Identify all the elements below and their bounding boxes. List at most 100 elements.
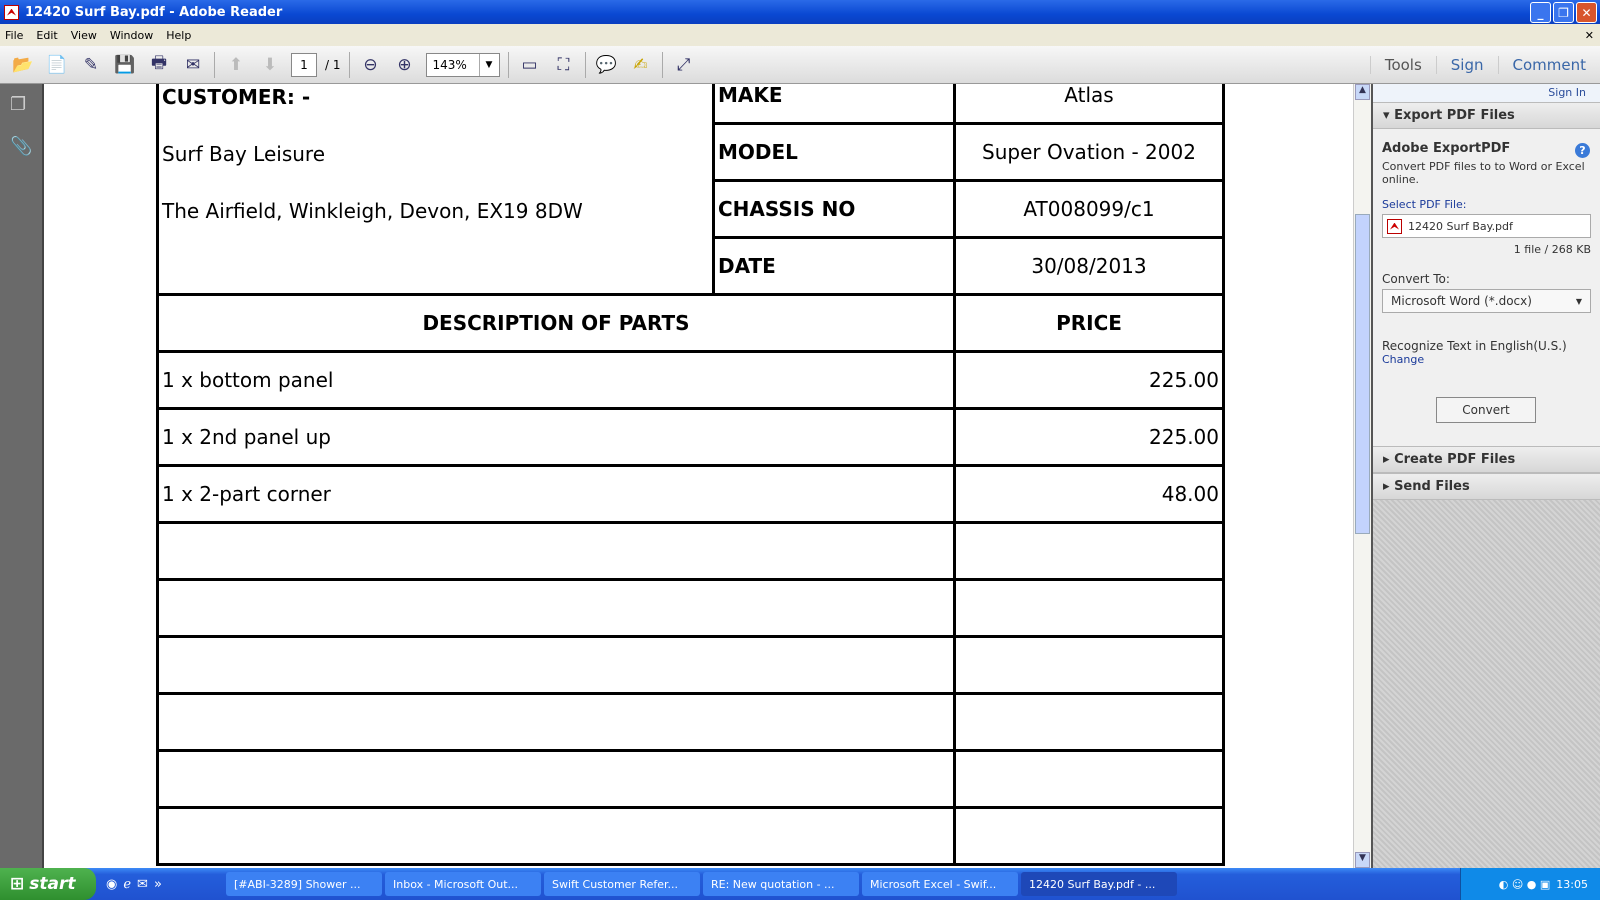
zoom-select[interactable]: 143% ▼ [425,52,500,77]
chevron-down-icon[interactable]: ▼ [478,53,499,76]
comment-icon[interactable]: 💬 [594,52,620,78]
navigation-pane: ❐ 📎 [0,84,44,868]
chrome-icon[interactable]: ◉ [106,877,117,892]
pdf-icon [4,4,19,20]
tools-button[interactable]: Tools [1369,55,1436,74]
recognize-text: Recognize Text in English(U.S.) [1382,339,1567,353]
divider [507,51,509,78]
model-value: Super Ovation - 2002 [953,122,1225,182]
table-row: 1 x bottom panel 225.00 [156,350,1225,410]
empty-row [156,749,1225,809]
date-label: DATE [712,236,956,296]
model-label: MODEL [712,122,956,182]
create-pdf-icon[interactable]: 📄 [44,52,70,78]
next-page-icon[interactable]: ⬇ [257,52,283,78]
convert-button[interactable]: Convert [1436,397,1536,423]
export-pdf-section[interactable]: ▾ Export PDF Files [1373,102,1600,129]
vertical-scrollbar[interactable]: ▲ ▼ [1353,84,1371,868]
selected-file[interactable]: 12420 Surf Bay.pdf [1382,214,1591,238]
convert-to-label: Convert To: [1382,272,1450,286]
attachments-icon[interactable]: 📎 [10,136,32,160]
export-heading: Adobe ExportPDF [1382,141,1511,156]
pages-icon[interactable]: ❐ [10,94,32,118]
menu-file[interactable]: File [5,29,23,42]
fit-width-icon[interactable]: ▭ [517,52,543,78]
print-icon[interactable]: 🖶 [146,52,172,78]
price-header: PRICE [953,293,1225,353]
description-header: DESCRIPTION OF PARTS [156,293,956,353]
menu-window[interactable]: Window [110,29,153,42]
menu-view[interactable]: View [71,29,97,42]
toolbar: 📂 📄 ✎ 💾 🖶 ✉ ⬆ ⬇ 1 / 1 ⊖ ⊕ 143% ▼ ▭ ⛶ 💬 ✍ … [0,46,1600,84]
empty-cell [953,578,1225,638]
customer-cell: CUSTOMER: - Surf Bay Leisure The Airfiel… [156,84,715,296]
pdf-icon [1387,218,1402,234]
fit-page-icon[interactable]: ⛶ [551,52,577,78]
menu-help[interactable]: Help [166,29,191,42]
save-icon[interactable]: 💾 [112,52,138,78]
empty-cell [156,635,956,695]
taskbar-item[interactable]: Swift Customer Refer... [544,872,700,896]
highlight-icon[interactable]: ✍ [628,52,654,78]
table-row: 1 x 2nd panel up 225.00 [156,407,1225,467]
help-icon[interactable]: ? [1575,143,1590,158]
zoom-in-icon[interactable]: ⊕ [392,52,418,78]
start-button[interactable]: ⊞ start [0,868,96,900]
change-link[interactable]: Change [1382,353,1591,366]
email-icon[interactable]: ✉ [180,52,206,78]
restore-button[interactable]: ❐ [1553,2,1574,23]
menu-edit[interactable]: Edit [36,29,57,42]
item-price: 225.00 [953,407,1225,467]
empty-cell [953,635,1225,695]
chassis-label: CHASSIS NO [712,179,956,239]
more-icon[interactable]: » [154,877,162,892]
create-pdf-title: Create PDF Files [1394,452,1516,467]
full-screen-icon[interactable]: ⤢ [671,52,697,78]
empty-row [156,578,1225,638]
taskbar-item[interactable]: Inbox - Microsoft Out... [385,872,541,896]
convert-to-select[interactable]: Microsoft Word (*.docx) [1382,289,1591,313]
create-pdf-section[interactable]: ▸ Create PDF Files [1373,446,1600,473]
divider [214,51,215,78]
sign-in-link[interactable]: Sign In [1373,84,1600,102]
outlook-icon[interactable]: ✉ [137,877,148,892]
file-name: 12420 Surf Bay.pdf [1408,219,1513,233]
date-value: 30/08/2013 [953,236,1225,296]
empty-cell [953,692,1225,752]
taskbar: ⊞ start ◉ ℯ ✉ » [#ABI-3289] Shower ... Inbox… [0,868,1600,900]
empty-row [156,635,1225,695]
page-number-input[interactable]: 1 [291,52,317,77]
windows-logo-icon: ⊞ [10,874,25,894]
close-button[interactable]: ✕ [1576,2,1597,23]
zoom-out-icon[interactable]: ⊖ [358,52,384,78]
tray-icons[interactable]: ◐ ☺ ● ▣ [1499,878,1551,891]
make-label: MAKE [712,84,956,125]
taskbar-item[interactable]: [#ABI-3289] Shower ... [226,872,382,896]
customer-address: The Airfield, Winkleigh, Devon, EX19 8DW [162,198,583,223]
scroll-thumb[interactable] [1355,214,1370,534]
empty-cell [156,692,956,752]
scroll-down-icon[interactable]: ▼ [1355,852,1370,868]
taskbar-item[interactable]: RE: New quotation - ... [703,872,859,896]
convert-to-value: Microsoft Word (*.docx) [1391,294,1532,308]
ie-icon[interactable]: ℯ [123,877,131,892]
open-icon[interactable]: 📂 [10,52,36,78]
send-files-section[interactable]: ▸ Send Files [1373,473,1600,500]
start-label: start [29,874,76,894]
panel-background [1373,500,1600,870]
divider [661,51,663,78]
taskbar-item-active[interactable]: 12420 Surf Bay.pdf - ... [1021,872,1177,896]
comment-button[interactable]: Comment [1497,55,1600,74]
table-row: CUSTOMER: - Surf Bay Leisure The Airfiel… [156,84,1225,296]
invoice-table: CUSTOMER: - Surf Bay Leisure The Airfiel… [156,84,1225,866]
quick-launch: ◉ ℯ ✉ » [96,877,226,892]
scroll-up-icon[interactable]: ▲ [1355,84,1370,100]
close-document-icon[interactable]: ✕ [1585,29,1594,42]
edit-icon[interactable]: ✎ [78,52,104,78]
export-pdf-title: Export PDF Files [1394,108,1515,123]
divider [348,51,350,78]
previous-page-icon[interactable]: ⬆ [223,52,249,78]
minimize-button[interactable]: _ [1530,2,1551,23]
taskbar-item[interactable]: Microsoft Excel - Swif... [862,872,1018,896]
sign-button[interactable]: Sign [1435,55,1498,74]
